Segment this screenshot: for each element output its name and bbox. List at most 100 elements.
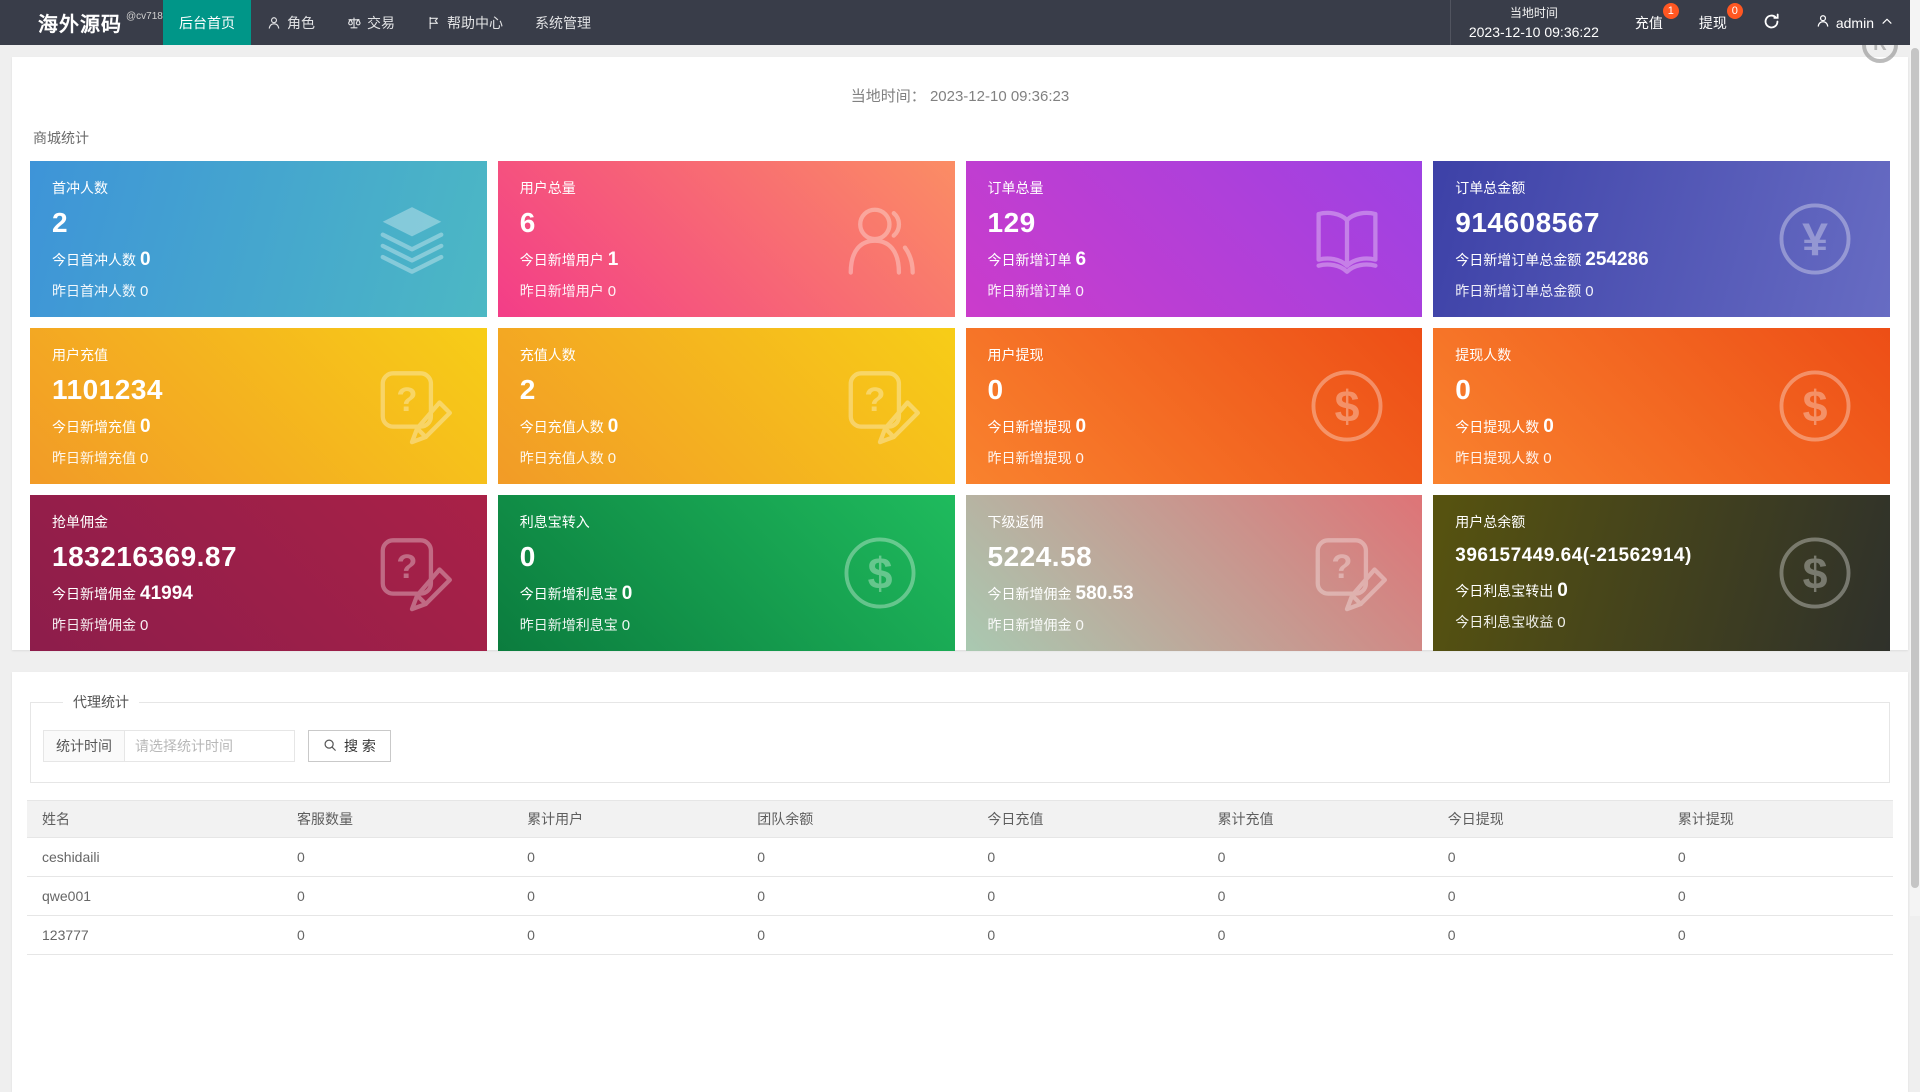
table-cell: 0 — [972, 876, 1203, 916]
stat-card-total-users: 用户总量 6 今日新增用户 1 昨日新增用户 0 — [497, 161, 955, 317]
nav-item-system[interactable]: 系统管理 — [519, 0, 607, 45]
stat-card-sub-rebate: 下级返佣 5224.58 今日新增佣金 580.53 昨日新增佣金 0? — [965, 495, 1423, 651]
stat-card-recharge-users: 充值人数 2 今日充值人数 0 昨日充值人数 0? — [497, 328, 955, 484]
user-icon — [1816, 14, 1830, 31]
nav-item-label: 后台首页 — [179, 14, 235, 31]
app-logo[interactable]: 海外源码 @cv718 — [0, 0, 163, 45]
nav-item-label: 系统管理 — [535, 14, 591, 31]
card-yesterday-line: 昨日新增用户 0 — [519, 283, 617, 300]
svg-text:?: ? — [1332, 548, 1353, 586]
page-local-time-value: 2023-12-10 09:36:23 — [929, 88, 1070, 105]
agent-table-header-row: 姓名 客服数量 累计用户 团队余额 今日充值 累计充值 今日提现 累计提现 — [27, 800, 1893, 838]
withdraw-button[interactable]: 提现 0 — [1681, 0, 1745, 45]
card-title: 下级返佣 — [987, 514, 1044, 530]
nav-right: 当地时间 2023-12-10 09:36:22 充值 1 提现 0 admin — [1449, 0, 1920, 45]
table-cell: 0 — [1432, 837, 1663, 877]
card-yesterday-line: 昨日新增佣金 0 — [52, 617, 149, 634]
recharge-button[interactable]: 充值 1 — [1617, 0, 1681, 45]
card-title: 订单总金额 — [1455, 180, 1526, 196]
local-time-label: 当地时间 — [1509, 6, 1558, 20]
table-cell: 0 — [1662, 837, 1893, 877]
table-row: ceshidaili 0 0 0 0 0 0 0 — [27, 837, 1893, 877]
doc-icon: ? — [837, 363, 923, 449]
table-cell: 0 — [512, 876, 743, 916]
refresh-button[interactable] — [1745, 0, 1798, 45]
agent-table: 姓名 客服数量 累计用户 团队余额 今日充值 累计充值 今日提现 累计提现 ceshidail… — [27, 800, 1893, 955]
scrollbar-thumb[interactable] — [1911, 48, 1919, 888]
card-title: 用户提现 — [987, 347, 1044, 363]
card-title: 提现人数 — [1455, 347, 1512, 363]
table-cell: 0 — [972, 915, 1203, 955]
table-header-cell: 累计充值 — [1202, 800, 1433, 838]
table-cell: 0 — [282, 837, 513, 877]
agent-legend: 代理统计 — [73, 694, 129, 710]
user-menu[interactable]: admin — [1798, 0, 1920, 45]
card-yesterday-line: 昨日充值人数 0 — [519, 450, 617, 467]
doc-icon: ? — [369, 363, 455, 449]
recharge-badge: 1 — [1662, 3, 1679, 19]
filter-row: 统计时间 搜 索 — [43, 730, 1869, 762]
table-cell: 0 — [1202, 915, 1433, 955]
svg-text:?: ? — [396, 548, 417, 586]
dollar-icon: $ — [1772, 530, 1858, 616]
stat-card-total-orders: 订单总量 129 今日新增订单 6 昨日新增订单 0 — [965, 161, 1423, 317]
stat-card-user-balance: 用户总余额 396157449.64(-21562914) 今日利息宝转出 0 今日利息… — [1433, 495, 1890, 651]
nav-item-help[interactable]: 帮助中心 — [411, 0, 519, 45]
page-scrollbar[interactable] — [1910, 0, 1920, 916]
table-cell: 0 — [282, 876, 513, 916]
svg-text:$: $ — [1335, 382, 1360, 431]
stat-card-order-amount: 订单总金额 914608567 今日新增订单总金额 254286 昨日新增订单总金额 0 ¥ — [1433, 161, 1890, 317]
table-cell: 0 — [1202, 837, 1433, 877]
table-cell: 0 — [1432, 876, 1663, 916]
card-yesterday-line: 昨日新增利息宝 0 — [519, 617, 631, 634]
card-yesterday-line: 昨日新增充值 0 — [52, 450, 149, 467]
card-yesterday-line: 昨日提现人数 0 — [1455, 450, 1552, 467]
table-cell: 0 — [1432, 915, 1663, 955]
layers-icon — [369, 196, 455, 282]
search-button-label: 搜 索 — [344, 738, 376, 754]
table-cell: 0 — [972, 837, 1203, 877]
search-button[interactable]: 搜 索 — [308, 730, 391, 762]
svg-text:¥: ¥ — [1802, 213, 1828, 265]
nav-item-label: 角色 — [287, 14, 315, 31]
table-cell: 0 — [512, 915, 743, 955]
page-local-time-label: 当地时间： — [850, 88, 926, 105]
card-yesterday-line: 昨日新增订单总金额 0 — [1455, 283, 1594, 300]
stat-time-label: 统计时间 — [43, 730, 125, 762]
shop-stats-panel: 当地时间： 2023-12-10 09:36:23 商城统计 首冲人数 2 今日首冲… — [12, 57, 1908, 651]
nav-item-label: 交易 — [367, 14, 395, 31]
table-header-cell: 累计用户 — [512, 800, 743, 838]
table-cell: 0 — [1662, 915, 1893, 955]
svg-text:?: ? — [396, 381, 417, 419]
nav-item-home[interactable]: 后台首页 — [163, 0, 251, 45]
agent-table-body: ceshidaili 0 0 0 0 0 0 0 qwe001 0 0 0 0 0 0 0 123777 0 0 0 0… — [27, 837, 1893, 955]
table-cell: ceshidaili — [27, 837, 282, 877]
agent-stats-panel: 代理统计 统计时间 搜 索 姓名客服数量累计用户团队余额今日充值累计充值今日提现… — [12, 672, 1908, 1092]
stats-grid: 首冲人数 2 今日首冲人数 0 昨日首冲人数 0 用户总量 6 今日新增用户 1 昨日新增用户 0 订单… — [30, 161, 1890, 651]
table-header-cell: 累计提现 — [1662, 800, 1893, 838]
agent-fieldset: 代理统计 统计时间 搜 索 — [30, 692, 1890, 783]
nav-item-trade[interactable]: 交易 — [331, 0, 411, 45]
app-subtitle: @cv718 — [126, 11, 163, 22]
table-cell: 0 — [1202, 876, 1433, 916]
card-yesterday-line: 昨日新增订单 0 — [987, 283, 1084, 300]
dollar-icon: $ — [1772, 363, 1858, 449]
withdraw-label: 提现 — [1698, 14, 1727, 31]
stat-card-user-withdraw: 用户提现 0 今日新增提现 0 昨日新增提现 0 $ — [965, 328, 1423, 484]
stat-card-withdraw-users: 提现人数 0 今日提现人数 0 昨日提现人数 0 $ — [1433, 328, 1890, 484]
table-cell: qwe001 — [27, 876, 282, 916]
card-yesterday-line: 昨日新增佣金 0 — [987, 617, 1084, 634]
table-header-cell: 姓名 — [27, 800, 282, 838]
stat-time-input[interactable] — [125, 730, 295, 762]
top-navbar: 海外源码 @cv718 后台首页 角色 交易 帮助中心 系统管理 当地时间 2023-1… — [0, 0, 1920, 45]
svg-text:$: $ — [1803, 549, 1828, 598]
table-header-cell: 团队余额 — [742, 800, 973, 838]
nav-item-roles[interactable]: 角色 — [251, 0, 331, 45]
table-cell: 0 — [742, 876, 973, 916]
section-title: 商城统计 — [33, 130, 89, 146]
card-yesterday-line: 昨日首冲人数 0 — [52, 283, 149, 300]
nav-menu: 后台首页 角色 交易 帮助中心 系统管理 — [163, 0, 607, 45]
doc-icon: ? — [1304, 530, 1390, 616]
svg-text:$: $ — [1803, 382, 1828, 431]
dollar-icon: $ — [837, 530, 923, 616]
